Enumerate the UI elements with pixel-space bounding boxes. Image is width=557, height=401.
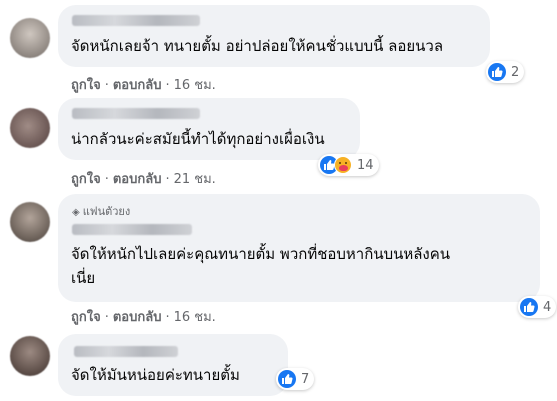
separator: · [104, 310, 109, 325]
reaction-count: 2 [511, 64, 520, 80]
like-link[interactable]: ถูกใจ [71, 310, 101, 325]
reaction-summary[interactable]: 4 [518, 296, 557, 318]
separator: · [104, 172, 109, 187]
comment-text-line-1: จัดให้หนักไปเลยค่ะคุณทนายตั้ม พวกที่ชอบห… [71, 245, 451, 263]
like-link[interactable]: ถูกใจ [71, 78, 101, 93]
separator: · [165, 310, 170, 325]
comment-actions: ถูกใจ · ตอบกลับ · 16 ชม. [71, 306, 216, 327]
thumbs-up-icon [278, 370, 296, 388]
comment-bubble: จัดหนักเลยจ้า ทนายตั้ม อย่าปล่อยให้คนชั่… [58, 5, 490, 67]
reaction-summary[interactable]: 2 [486, 61, 525, 83]
author-name[interactable] [72, 15, 200, 26]
reaction-summary[interactable]: 14 [318, 154, 379, 176]
fan-badge[interactable]: ◈ แฟนตัวยง [72, 202, 130, 220]
thumbs-up-icon [520, 298, 538, 316]
comment-text-line-2: เนี่ย [71, 269, 96, 287]
like-link[interactable]: ถูกใจ [71, 172, 101, 187]
reply-link[interactable]: ตอบกลับ [113, 310, 162, 325]
thumbs-up-icon [488, 63, 506, 81]
author-name[interactable] [74, 346, 178, 357]
diamond-icon: ◈ [72, 207, 80, 218]
care-emoji-icon [334, 156, 352, 174]
reaction-summary[interactable]: 7 [276, 368, 315, 390]
avatar[interactable] [10, 202, 50, 242]
avatar[interactable] [10, 336, 50, 376]
comment-actions: ถูกใจ · ตอบกลับ · 21 ชม. [71, 168, 216, 189]
author-name[interactable] [72, 224, 192, 235]
timestamp[interactable]: 21 ชม. [174, 172, 216, 187]
reaction-count: 4 [543, 299, 552, 315]
author-name[interactable] [72, 108, 200, 119]
separator: · [165, 172, 170, 187]
separator: · [104, 78, 109, 93]
timestamp[interactable]: 16 ชม. [174, 310, 216, 325]
comment-actions: ถูกใจ · ตอบกลับ · 16 ชม. [71, 74, 216, 95]
timestamp[interactable]: 16 ชม. [174, 78, 216, 93]
reply-link[interactable]: ตอบกลับ [113, 78, 162, 93]
reaction-count: 7 [301, 371, 310, 387]
comment-bubble: จัดให้มันหน่อยค่ะทนายตั้ม [58, 334, 288, 396]
reply-link[interactable]: ตอบกลับ [113, 172, 162, 187]
separator: · [165, 78, 170, 93]
comment-text: น่ากลัวนะค่ะสมัยนี้ทำได้ทุกอย่างเผื่อเงิ… [71, 130, 325, 148]
avatar[interactable] [10, 108, 50, 148]
comment-text: จัดให้มันหน่อยค่ะทนายตั้ม [71, 366, 240, 384]
comment-bubble: ◈ แฟนตัวยง จัดให้หนักไปเลยค่ะคุณทนายตั้ม … [58, 194, 540, 302]
fan-badge-label: แฟนตัวยง [82, 205, 131, 218]
comment-bubble: น่ากลัวนะค่ะสมัยนี้ทำได้ทุกอย่างเผื่อเงิ… [58, 98, 360, 160]
reaction-count: 14 [357, 157, 374, 173]
comment-text: จัดหนักเลยจ้า ทนายตั้ม อย่าปล่อยให้คนชั่… [71, 37, 444, 55]
avatar[interactable] [10, 18, 50, 58]
